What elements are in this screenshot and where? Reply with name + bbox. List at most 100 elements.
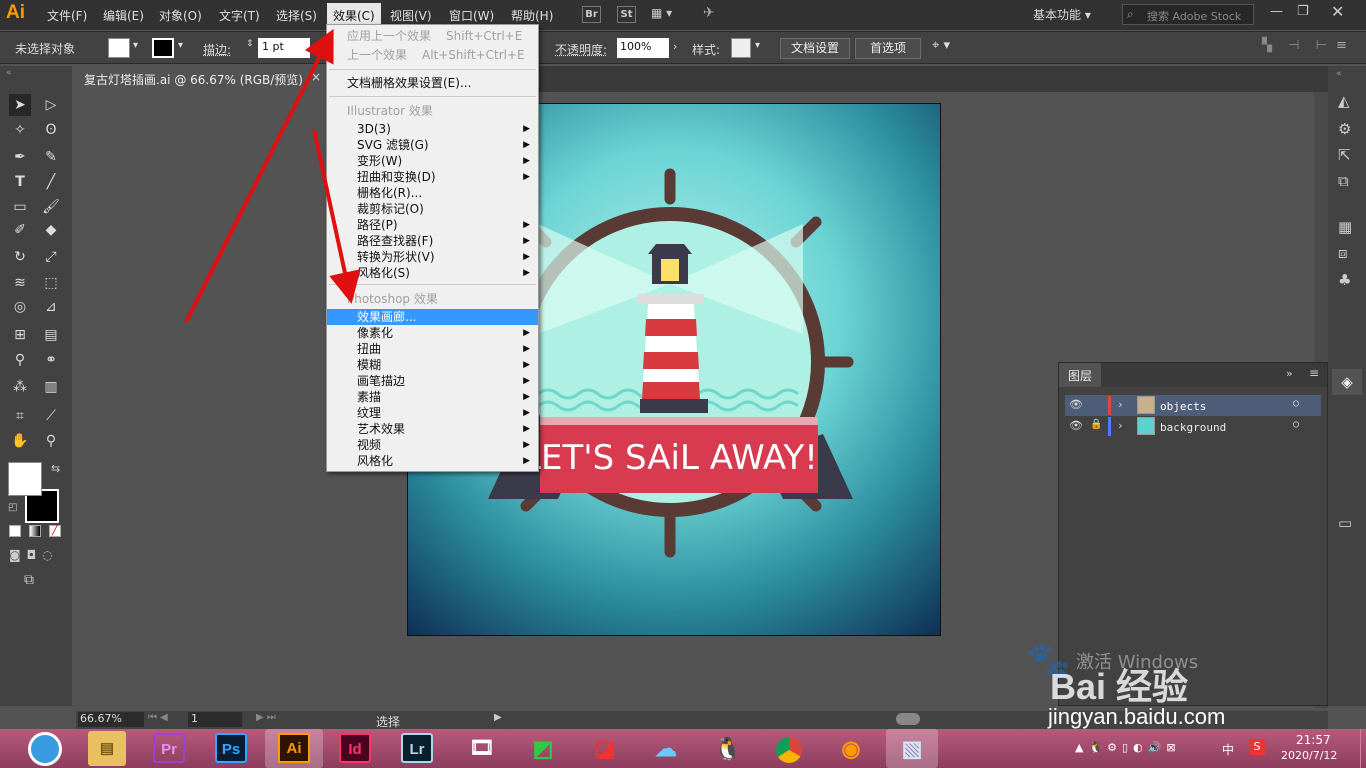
hand-tool-icon[interactable]: ✋ xyxy=(9,430,31,452)
lasso-tool-icon[interactable]: ʘ xyxy=(40,119,62,141)
effect-rasterize-item[interactable]: 栅格化(R)... xyxy=(327,185,538,201)
rotate-tool-icon[interactable]: ↻ xyxy=(9,246,31,268)
green-app-icon[interactable]: ◩ xyxy=(524,731,562,766)
ime-indicator[interactable]: 中 xyxy=(1222,741,1234,758)
red-app-icon[interactable]: ◪ xyxy=(586,731,624,766)
curvature-tool-icon[interactable]: ✎ xyxy=(40,146,62,168)
pen-tool-icon[interactable]: ✒ xyxy=(9,146,31,168)
document-setup-button[interactable]: 文档设置 xyxy=(780,38,850,59)
layer-row[interactable]: 👁 🔒 › background ○ xyxy=(1065,416,1321,437)
layers-menu-icon[interactable]: ≡ xyxy=(1309,366,1319,380)
expand-chevron-icon[interactable]: › xyxy=(1117,419,1124,432)
arrange-documents-icon[interactable]: ▦ ▾ xyxy=(651,6,681,23)
artboard-nav-next-icons[interactable]: ▶⏭ xyxy=(256,712,279,723)
close-button[interactable]: ✕ xyxy=(1331,2,1344,21)
color-mode-icon[interactable] xyxy=(9,525,21,537)
artboard-tool-icon[interactable]: ⌗ xyxy=(9,405,31,427)
opacity-label[interactable]: 不透明度: xyxy=(555,41,607,58)
collapse-tools-icon[interactable]: « xyxy=(6,68,12,78)
chrome-icon[interactable] xyxy=(770,731,808,766)
properties-icon[interactable]: ⚙ xyxy=(1338,120,1351,138)
eyedropper-tool-icon[interactable]: ⚲ xyxy=(9,349,31,371)
free-transform-tool-icon[interactable]: ⬚ xyxy=(40,272,62,294)
stroke-swatch[interactable] xyxy=(152,38,174,58)
graphic-style-swatch[interactable] xyxy=(731,38,751,58)
effect-brush-strokes-item[interactable]: 画笔描边 ▶ xyxy=(327,373,538,389)
stroke-weight-input[interactable]: 1 pt xyxy=(258,38,310,58)
direct-selection-tool-icon[interactable]: ▷ xyxy=(40,94,62,116)
stock-button[interactable]: St xyxy=(617,6,636,23)
effect-ps-stylize-item[interactable]: 风格化 ▶ xyxy=(327,453,538,469)
fill-dropdown-icon[interactable]: ▾ xyxy=(133,40,138,51)
qq-icon[interactable]: 🐧 xyxy=(709,731,747,766)
effect-crop-marks-item[interactable]: 裁剪标记(O) xyxy=(327,201,538,217)
mesh-tool-icon[interactable]: ⊞ xyxy=(9,324,31,346)
file-explorer-icon[interactable]: ▤ xyxy=(88,731,126,766)
blend-tool-icon[interactable]: ⚭ xyxy=(40,349,62,371)
sogou-ime-icon[interactable]: S xyxy=(1249,739,1265,755)
selection-tool-icon[interactable]: ➤ xyxy=(9,94,31,116)
gpu-performance-icon[interactable]: ✈ xyxy=(703,5,715,21)
swap-colors-icon[interactable]: ⇆ xyxy=(51,462,60,475)
effect-pixelate-item[interactable]: 像素化 ▶ xyxy=(327,325,538,341)
visibility-eye-icon[interactable]: 👁 xyxy=(1069,419,1083,432)
export-icon[interactable]: ⇱ xyxy=(1338,146,1351,164)
effect-texture-item[interactable]: 纹理 ▶ xyxy=(327,405,538,421)
menu-view[interactable]: 视图(V) xyxy=(390,7,432,24)
document-tab[interactable]: 复古灯塔插画.ai @ 66.67% (RGB/预览) × xyxy=(76,66,326,92)
minimize-button[interactable]: — xyxy=(1270,4,1283,19)
close-tab-icon[interactable]: × xyxy=(311,70,321,84)
line-tool-icon[interactable]: ╱ xyxy=(40,171,62,193)
lock-icon[interactable]: 🔒 xyxy=(1090,419,1102,430)
effect-svg-filters-item[interactable]: SVG 滤镜(G) ▶ xyxy=(327,137,538,153)
menu-type[interactable]: 文字(T) xyxy=(219,7,260,24)
effect-warp-item[interactable]: 变形(W) ▶ xyxy=(327,153,538,169)
menu-window[interactable]: 窗口(W) xyxy=(449,7,494,24)
layers-tab[interactable]: 图层 xyxy=(1059,363,1101,387)
scale-tool-icon[interactable]: ⤢ xyxy=(40,246,62,268)
clock-time[interactable]: 21:57 xyxy=(1296,733,1331,747)
document-raster-settings-item[interactable]: 文档栅格效果设置(E)... xyxy=(327,75,538,91)
system-tray-icons[interactable]: ▲🐧⚙▯◐🔊⊠ xyxy=(1075,741,1181,754)
chat-app-icon[interactable]: ☁ xyxy=(647,731,685,766)
artboard-number[interactable]: 1 xyxy=(188,712,242,727)
none-mode-icon[interactable]: ╱ xyxy=(49,525,61,537)
gradient-panel-icon[interactable]: ▭ xyxy=(1338,514,1352,532)
preferences-button[interactable]: 首选项 xyxy=(855,38,921,59)
restore-button[interactable]: ❐ xyxy=(1297,4,1309,19)
effect-distort-item[interactable]: 扭曲 ▶ xyxy=(327,341,538,357)
zoom-level[interactable]: 66.67% xyxy=(78,712,144,727)
panel-menu-icon[interactable]: ≡ xyxy=(1336,38,1347,53)
firefox-like-icon[interactable]: ◉ xyxy=(832,731,870,766)
layer-name[interactable]: objects xyxy=(1160,400,1206,413)
expand-chevron-icon[interactable]: › xyxy=(1117,398,1124,411)
horizontal-scrollbar-thumb[interactable] xyxy=(896,713,920,725)
layers-panel-icon[interactable]: ◈ xyxy=(1332,369,1362,395)
menu-object[interactable]: 对象(O) xyxy=(159,7,202,24)
effect-path-item[interactable]: 路径(P) ▶ xyxy=(327,217,538,233)
screen-mode-icon[interactable]: ⧉ xyxy=(24,572,34,588)
rectangle-tool-icon[interactable]: ▭ xyxy=(9,196,31,218)
artboards-icon[interactable]: ⧉ xyxy=(1338,172,1349,190)
photoshop-icon[interactable]: Ps xyxy=(215,733,247,763)
swatches-icon[interactable]: ▦ xyxy=(1338,218,1352,236)
opacity-input[interactable]: 100% xyxy=(617,38,669,58)
zoom-tool-icon[interactable]: ⚲ xyxy=(40,430,62,452)
color-guide-icon[interactable]: ◭ xyxy=(1338,92,1350,110)
status-menu-arrow-icon[interactable]: ▶ xyxy=(494,712,502,723)
eraser-tool-icon[interactable]: ◆ xyxy=(40,219,62,241)
symbols-icon[interactable]: ♣ xyxy=(1338,271,1351,289)
notes-app-icon[interactable]: ▧ xyxy=(886,729,938,768)
lightroom-icon[interactable]: Lr xyxy=(401,733,433,763)
effect-gallery-item[interactable]: 效果画廊... xyxy=(327,309,538,325)
premiere-icon[interactable]: Pr xyxy=(153,733,185,763)
type-tool-icon[interactable]: T xyxy=(9,171,31,193)
stock-search-field[interactable]: ⌕ 搜索 Adobe Stock xyxy=(1122,4,1254,25)
illustrator-task-active[interactable]: Ai xyxy=(265,729,323,768)
menu-edit[interactable]: 编辑(E) xyxy=(103,7,144,24)
show-desktop-button[interactable] xyxy=(1360,729,1366,768)
effect-distort-transform-item[interactable]: 扭曲和变换(D) ▶ xyxy=(327,169,538,185)
fill-color-box[interactable] xyxy=(8,462,42,496)
layer-row[interactable]: 👁 › objects ○ xyxy=(1065,395,1321,416)
style-dropdown-icon[interactable]: ▾ xyxy=(755,40,760,51)
